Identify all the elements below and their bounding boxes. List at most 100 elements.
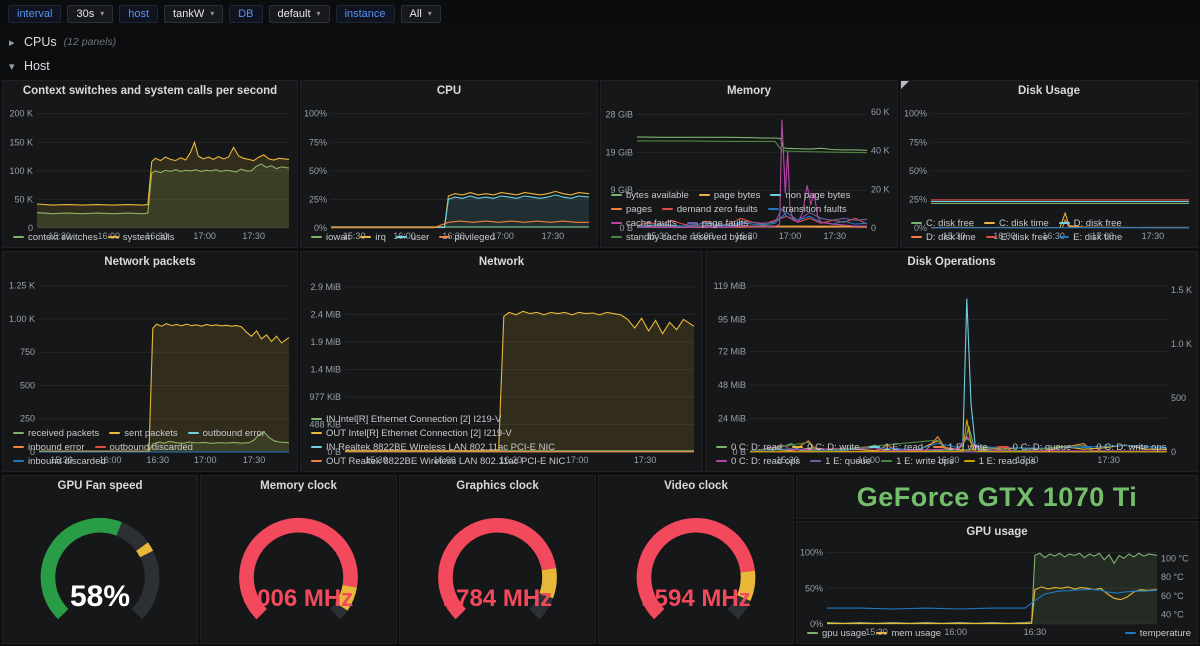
variable-dropdown-instance[interactable]: All ▾ [400,4,441,23]
panel-title[interactable]: Memory clock [201,476,396,497]
legend-item[interactable]: 1 E: write [933,441,988,454]
panel-title[interactable]: Network [301,252,702,273]
series-color-swatch [984,222,996,225]
legend-item[interactable]: cache faults [611,217,677,230]
legend-item[interactable]: inbound discarded [13,455,106,468]
series-color-swatch [1081,446,1093,449]
panel-title[interactable]: Context switches and system calls per se… [3,81,297,102]
chart-cpu[interactable]: 0%25%50%75%100%15:3016:0016:3017:0017:30 [301,102,597,241]
variable-label-db[interactable]: DB [229,4,263,23]
chart-context-switches[interactable]: 050 K100 K150 K200 K15:3016:0016:3017:00… [3,102,297,241]
legend-item[interactable]: temperature [1124,627,1191,640]
legend-item[interactable]: 0 C: D: read [716,441,782,454]
legend-item[interactable]: page faults [686,217,748,230]
panel-title[interactable]: Disk Operations [706,252,1197,273]
legend-item[interactable]: context switches [13,231,98,244]
legend-item[interactable]: 1 E: write ops [881,455,954,468]
legend-item[interactable]: 1 E: read ops [963,455,1035,468]
legend-item[interactable]: C: disk time [984,217,1049,230]
legend-item[interactable]: D: disk free [1058,217,1122,230]
svg-text:100%: 100% [904,109,927,119]
row-panel-count: (12 panels) [63,36,117,48]
series-color-swatch [767,208,779,211]
legend-item[interactable]: 1 E: queue [810,455,871,468]
panel-title[interactable]: GPU usage [797,522,1197,543]
variable-label-host[interactable]: host [119,4,159,23]
variable-label-instance[interactable]: instance [335,4,395,23]
series-color-swatch [311,446,322,449]
legend-item[interactable]: page bytes [698,189,760,202]
series-color-swatch [611,236,622,239]
variable-dropdown-interval[interactable]: 30s ▾ [67,4,114,23]
panel-title[interactable]: Disk Usage [901,81,1197,102]
legend-item[interactable]: 0 C: D: queue [997,441,1071,454]
series-color-swatch [360,236,372,239]
legend-item[interactable]: iowait [311,231,350,244]
panel-disk-operations: Disk Operations 0 B 24 MiB 48 MiB 72 MiB 95 … [705,251,1198,472]
panel-corner-badge [901,81,909,89]
legend-item[interactable]: OUT Intel[R] Ethernet Connection [2] I21… [311,427,512,440]
legend-item[interactable]: user [395,231,429,244]
legend-item[interactable]: mem usage [876,627,941,640]
panel-title[interactable]: Video clock [599,476,793,497]
chart-memory[interactable]: 0 B9 GiB 19 GiB 28 GiB 0 20 K 40 K 60 K 15:30 16… [601,102,897,241]
legend-item[interactable]: transition faults [767,203,847,216]
legend-item[interactable]: bytes available [611,189,689,202]
legend-cpu: iowait irq user privileged [301,230,597,247]
variable-label-interval[interactable]: interval [8,4,62,23]
legend-item[interactable]: E: disk time [1058,231,1122,244]
legend-item[interactable]: outbound error [187,427,265,440]
legend-item[interactable]: inbound error [13,441,85,454]
legend-item[interactable]: standby cache reserved bytes [611,231,752,244]
svg-text:500: 500 [20,381,35,391]
row-header-host[interactable]: ▾ Host [0,55,1200,77]
series-color-swatch [792,446,804,449]
panel-title[interactable]: CPU [301,81,597,102]
chart-gpu-usage[interactable]: 0%50%100%40 °C60 °C80 °C100 °C15:3016:00… [797,543,1197,637]
legend-item[interactable]: 1 E: read [869,441,923,454]
svg-text:28 GiB: 28 GiB [605,110,633,120]
legend-item[interactable]: OUT Realtek 8822BE Wireless LAN 802.11ac… [311,455,565,468]
legend-item[interactable]: E: disk free [985,231,1048,244]
variable-dropdown-db[interactable]: default ▾ [268,4,330,23]
variable-dropdown-host[interactable]: tankW ▾ [164,4,224,23]
legend-item[interactable]: outbound discarded [94,441,193,454]
legend-item[interactable]: system calls [107,231,174,244]
legend-item[interactable]: 0 C: D: write ops [1081,441,1167,454]
gauge-video-clock: 1594 MHz [599,497,793,643]
svg-text:100 K: 100 K [9,166,33,176]
legend-item[interactable]: pages [611,203,652,216]
legend-item[interactable]: irq [360,231,386,244]
panel-title[interactable]: Memory [601,81,897,102]
legend-item[interactable]: 0 C: D: write [792,441,859,454]
panel-title[interactable]: Graphics clock [400,476,595,497]
legend-item[interactable]: 0 C: D: read ops [716,455,800,468]
row-header-cpus[interactable]: ▸ CPUs (12 panels) [0,31,1200,53]
legend-item[interactable]: IN Intel[R] Ethernet Connection [2] I219… [311,413,501,426]
svg-text:60 °C: 60 °C [1161,591,1184,601]
series-color-swatch [611,208,622,211]
panel-memory-clock: Memory clock 4006 MHz [200,475,397,644]
panel-title[interactable]: GPU Fan speed [3,476,197,497]
legend-item[interactable]: IN Realtek 8822BE Wireless LAN 802.11ac … [311,441,555,454]
legend-item[interactable]: privileged [439,231,495,244]
legend-item[interactable]: received packets [13,427,99,440]
svg-text:1.5 K: 1.5 K [1171,285,1192,295]
chart-disk-usage[interactable]: 0% 25% 50% 75% 100% 15:30 16:00 16:30 17:00 17:30 [901,102,1197,241]
legend-item[interactable]: D: disk time [911,231,976,244]
dashboard-submenu: interval 30s ▾ host tankW ▾ DB default ▾ in… [0,0,1200,27]
svg-text:977 KiB: 977 KiB [309,392,341,402]
gauge-memory-clock: 4006 MHz [201,497,396,643]
chart-disk-operations[interactable]: 0 B 24 MiB 48 MiB 72 MiB 95 MiB 119 MiB 0 500 1.… [706,273,1197,465]
panel-gpu-usage: GPU usage 0% 50% 100% 40 °C 60 °C 80 °C 100 °C… [796,521,1198,644]
legend-item[interactable]: non page bytes [770,189,850,202]
svg-text:50%: 50% [805,583,823,593]
legend-item[interactable]: C: disk free [911,217,974,230]
svg-text:40 °C: 40 °C [1161,610,1184,620]
legend-item[interactable]: demand zero faults [661,203,758,216]
chart-network[interactable]: 0 B 488 KiB 977 KiB 1.4 MiB 1.9 MiB 2.4 MiB 2.… [301,273,702,465]
legend-item[interactable]: gpu usage [807,627,866,640]
legend-item[interactable]: sent packets [109,427,178,440]
panel-title[interactable]: Network packets [3,252,297,273]
chart-network-packets[interactable]: 0 250 500 750 1.00 K 1.25 K 15:30 16:00 16:30 17:… [3,273,297,465]
